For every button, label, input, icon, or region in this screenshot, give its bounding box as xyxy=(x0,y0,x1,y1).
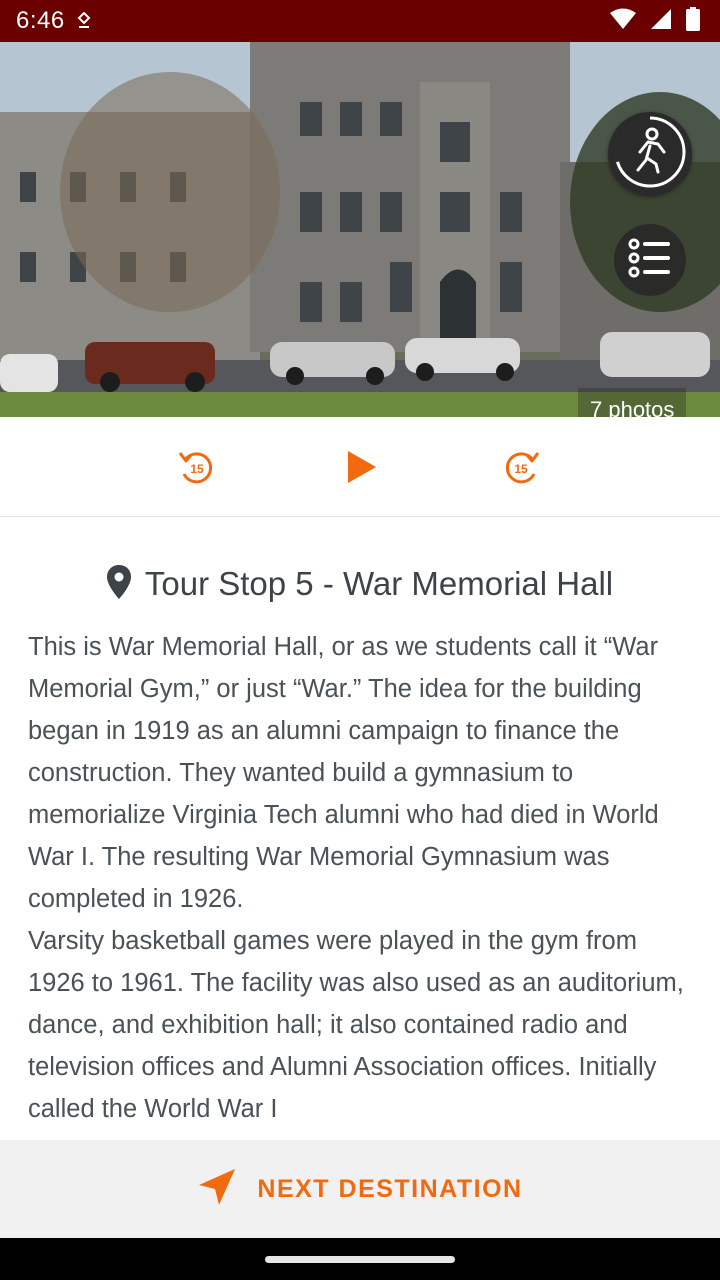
location-pin-icon xyxy=(106,564,131,604)
status-bar: 6:46 xyxy=(0,0,720,42)
walking-person-icon xyxy=(612,114,688,195)
stop-title: Tour Stop 5 - War Memorial Hall xyxy=(144,565,614,602)
photos-count-label: 7 photos xyxy=(590,397,675,417)
signal-icon xyxy=(650,8,672,35)
stops-list-button[interactable] xyxy=(614,224,686,296)
rewind-15-button[interactable]: 15 xyxy=(174,445,218,489)
battery-icon xyxy=(686,6,700,36)
stop-photo[interactable]: 7 photos xyxy=(0,42,720,417)
forward-15-icon: 15 xyxy=(505,452,540,484)
description-paragraph: This is War Memorial Hall, or as we stud… xyxy=(28,633,659,913)
description-paragraph: Varsity basketball games were played in … xyxy=(28,927,684,1123)
rewind-seconds: 15 xyxy=(190,462,204,476)
next-destination-label: NEXT DESTINATION xyxy=(257,1174,523,1203)
download-status-icon xyxy=(77,12,91,30)
play-icon xyxy=(348,451,376,483)
stop-title-row: Tour Stop 5 - War Memorial Hall xyxy=(0,560,720,608)
system-nav-bar xyxy=(0,1238,720,1280)
forward-15-button[interactable]: 15 xyxy=(500,445,544,489)
walk-mode-button[interactable] xyxy=(608,112,692,196)
forward-seconds: 15 xyxy=(514,462,528,476)
rewind-15-icon: 15 xyxy=(178,452,213,484)
play-button[interactable] xyxy=(338,445,382,489)
list-icon xyxy=(628,238,672,283)
stop-description: This is War Memorial Hall, or as we stud… xyxy=(28,626,696,1140)
next-destination-button[interactable]: NEXT DESTINATION xyxy=(0,1140,720,1238)
photos-count-badge[interactable]: 7 photos xyxy=(578,388,687,417)
audio-player-controls: 15 15 xyxy=(0,417,720,517)
status-time: 6:46 xyxy=(16,7,65,34)
navigation-arrow-icon xyxy=(197,1167,237,1212)
building-photo xyxy=(0,42,720,417)
home-gesture-handle[interactable] xyxy=(265,1255,455,1263)
wifi-icon xyxy=(610,8,636,35)
